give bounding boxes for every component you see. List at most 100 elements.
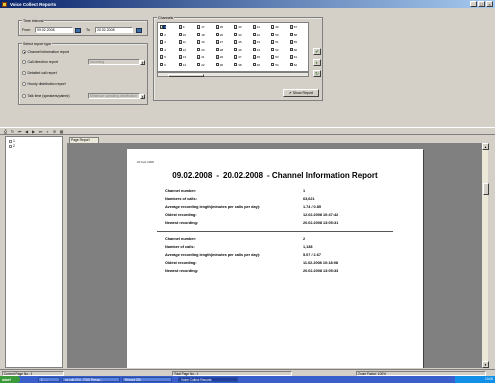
export-icon[interactable]: ▦ [59,129,64,134]
channel-checkbox[interactable]: ✓ 12 [178,48,186,52]
from-calendar-icon[interactable] [75,27,81,33]
taskbar-item[interactable]: vc-cdk-004 - RDS Resou... [62,377,120,382]
channel-checkbox[interactable]: ✓ 1 [160,25,166,29]
row-value: 1 [303,189,306,193]
next-page-icon[interactable]: ▶ [31,129,36,134]
channel-checkbox[interactable]: ✓ 9 [178,25,184,29]
channel-checkbox[interactable]: ✓ 20 [197,48,205,52]
channel-checkbox[interactable]: ✓ 43 [252,40,260,44]
channel-checkbox[interactable]: ✓ 50 [271,33,279,37]
prev-page-icon[interactable]: ◀ [24,129,29,134]
channel-number: 62 [293,62,298,67]
refresh-icon[interactable]: ↻ [10,129,15,134]
taskbar-item[interactable]: 1 - ... [38,377,60,382]
refresh-icon[interactable]: ↻ [313,70,321,77]
close-button[interactable]: × [486,1,493,7]
channel-checkbox[interactable]: ✓ 57 [289,25,297,29]
channel-checkbox[interactable]: ✓ 3 [160,40,166,44]
channel-checkbox[interactable]: ✓ 58 [289,33,297,37]
channel-checkbox[interactable]: ✓ 34 [234,33,242,37]
channel-checkbox[interactable]: ✓ 11 [178,40,186,44]
channel-checkbox[interactable]: ✓ 19 [197,40,205,44]
scrollbar-thumb[interactable] [168,73,204,77]
channel-checkbox[interactable]: ✓ 62 [289,62,298,67]
channel-checkbox[interactable]: ✓ 29 [215,55,223,59]
scrollbar-thumb[interactable] [482,183,489,195]
radio-channel-information[interactable]: Channel information report [22,50,69,54]
channel-checkbox[interactable]: ✓ 42 [252,33,260,37]
taskbar-item[interactable]: Record DB [122,377,172,382]
channel-checkbox[interactable]: ✓ 2 [160,33,166,37]
channel-checkbox[interactable]: ✓ 27 [215,40,223,44]
channel-checkbox[interactable]: ✓ 17 [197,25,205,29]
call-direction-select[interactable]: Incoming [88,59,140,65]
search-icon[interactable]: ⌕ [45,129,50,134]
tree-node[interactable]: 2 [9,144,15,148]
checkmark-icon: ✓ [271,55,275,60]
channel-checkbox[interactable]: ✓ 13 [178,55,186,59]
channel-checkbox[interactable]: ✓ 6 [160,63,166,67]
channel-checkbox[interactable]: ✓ 18 [197,33,205,37]
channel-checkbox[interactable]: ✓ 22 [197,63,205,67]
minimize-button[interactable]: _ [470,1,477,7]
scroll-up-icon[interactable]: ▲ [482,143,489,150]
channel-checkbox[interactable]: ✓ 53 [271,55,279,59]
channel-checkbox[interactable]: ✓ 54 [271,63,279,67]
radio-hourly-distribution[interactable]: Hourly distribution report [22,82,66,86]
channel-checkbox[interactable]: ✓ 60 [289,48,297,52]
scroll-down-icon[interactable]: ▼ [482,361,489,368]
checkmark-icon: ✓ [160,62,164,67]
channel-checkbox[interactable]: ✓ 41 [252,25,260,29]
taskbar-item-active[interactable]: Voice Collect Reports [178,377,238,382]
checkmark-icon: ✓ [289,40,294,45]
maximize-button[interactable]: □ [478,1,485,7]
channel-checkbox[interactable]: ✓ 21 [197,55,205,59]
channel-checkbox[interactable]: ✓ 28 [215,48,223,52]
radio-talk-time[interactable]: Talk time (speakers/paired) [22,94,70,98]
to-calendar-icon[interactable] [136,27,142,33]
channel-checkbox[interactable]: ✓ 49 [271,25,279,29]
channel-checkbox[interactable]: ✓ 38 [234,63,242,67]
radio-detailed-call[interactable]: Detailed call report [22,71,57,75]
channel-checkbox[interactable]: ✓ 44 [252,48,260,52]
to-date-field[interactable]: 20.02.2008 [95,27,133,33]
channel-checkbox[interactable]: ✓ 25 [215,25,223,29]
channel-checkbox[interactable]: ✓ 30 [215,63,223,67]
channel-number: 21 [201,55,205,59]
channel-checkbox[interactable]: ✓ 37 [234,55,242,59]
channel-horizontal-scrollbar[interactable] [157,72,309,77]
chevron-down-icon[interactable]: ▾ [140,93,145,99]
channel-checkbox[interactable]: ✓ 46 [252,63,260,67]
invert-selection-icon[interactable]: ◐ [313,59,321,66]
tree-node[interactable]: 1 [9,139,15,143]
channel-checkbox[interactable]: ✓ 33 [234,25,242,29]
print-icon[interactable]: ⎙ [3,129,8,134]
viewer-vertical-scrollbar[interactable]: ▲ ▼ [481,143,489,368]
channel-checkbox[interactable]: ✓ 59 [289,40,297,45]
report-title-to: 20.02.2008 [223,171,264,180]
channel-checkbox[interactable]: ✓ 52 [271,48,279,52]
channel-checkbox[interactable]: ✓ 61 [289,55,297,59]
channel-checkbox[interactable]: ✓ 14 [178,63,186,67]
channel-checkbox[interactable]: ✓ 10 [178,33,186,37]
channel-checkbox[interactable]: ✓ 35 [234,40,242,44]
select-all-icon[interactable]: ✔ [313,48,321,55]
channel-number: 1 [164,25,166,29]
channel-checkbox[interactable]: ✓ 36 [234,48,242,52]
chevron-down-icon[interactable]: ▾ [140,59,145,65]
channel-checkbox[interactable]: ✓ 26 [215,33,223,37]
channel-checkbox[interactable]: ✓ 51 [271,40,279,44]
show-report-button[interactable]: ✔ Show Report [283,89,319,97]
radio-call-direction[interactable]: Call direction report [22,60,58,64]
channel-checkbox[interactable]: ✓ 4 [160,48,166,52]
from-date-field[interactable]: 09.02.2008 [35,27,73,33]
last-page-icon[interactable]: ⏭ [38,129,43,134]
first-page-icon[interactable]: ⏮ [17,129,22,134]
zoom-icon[interactable]: ⊕ [52,129,57,134]
report-page: 20 Feb 2008 09.02.2008-20.02.2008- Chann… [127,149,423,368]
channel-checkbox[interactable]: ✓ 5 [160,55,166,59]
channel-checkbox[interactable]: ✓ 45 [252,55,260,59]
start-button[interactable]: start [0,376,20,383]
talk-time-select[interactable]: Minimum speaking distribution [88,93,140,99]
checkmark-icon: ✓ [160,40,164,45]
